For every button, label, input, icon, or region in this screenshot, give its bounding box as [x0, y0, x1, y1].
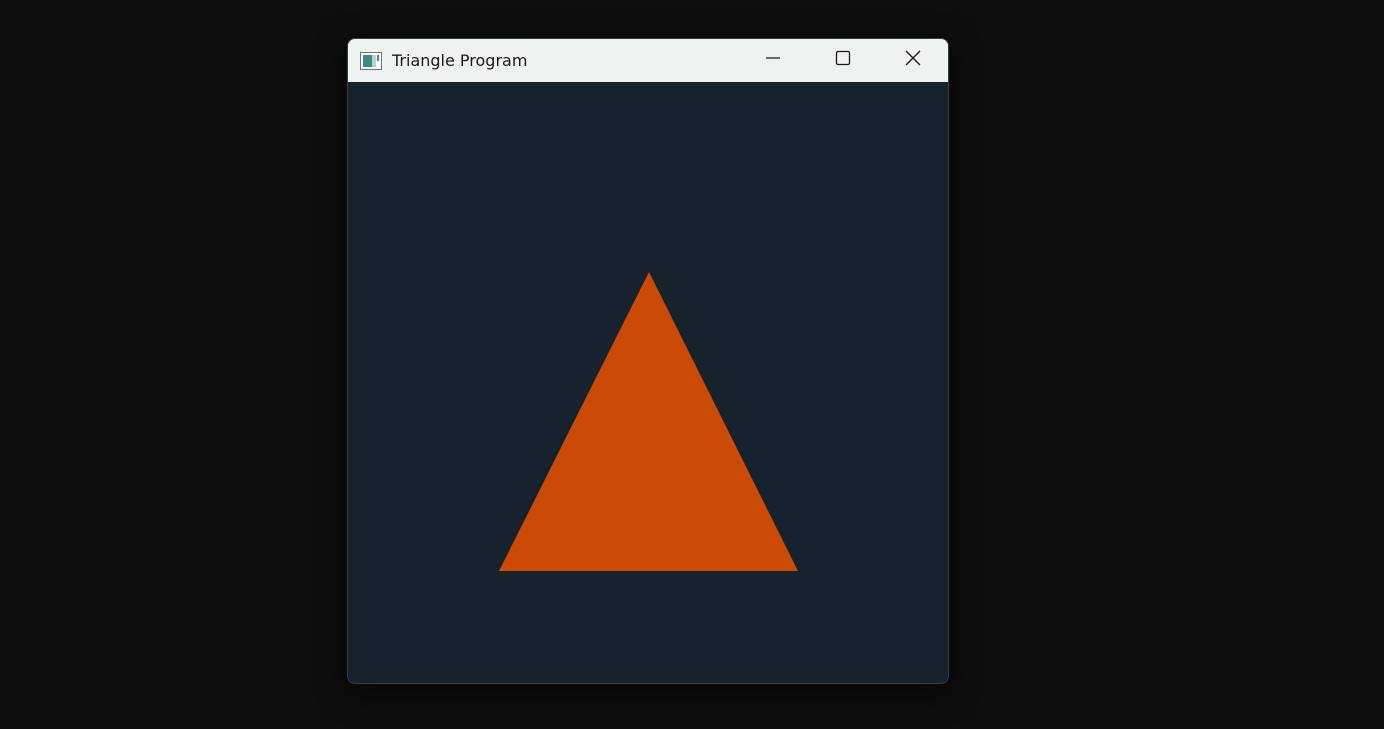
canvas-svg — [348, 82, 948, 683]
close-button[interactable] — [878, 39, 948, 82]
app-window: Triangle Program — [347, 38, 949, 684]
close-icon — [905, 50, 921, 71]
caption-buttons — [738, 39, 948, 82]
maximize-button[interactable] — [808, 39, 878, 82]
app-window-icon — [360, 51, 382, 70]
render-canvas[interactable] — [348, 82, 948, 683]
window-title: Triangle Program — [392, 51, 528, 70]
maximize-icon — [835, 50, 851, 71]
minimize-button[interactable] — [738, 39, 808, 82]
desktop: Triangle Program — [0, 0, 1384, 729]
title-bar[interactable]: Triangle Program — [348, 39, 948, 82]
minimize-icon — [765, 50, 781, 71]
